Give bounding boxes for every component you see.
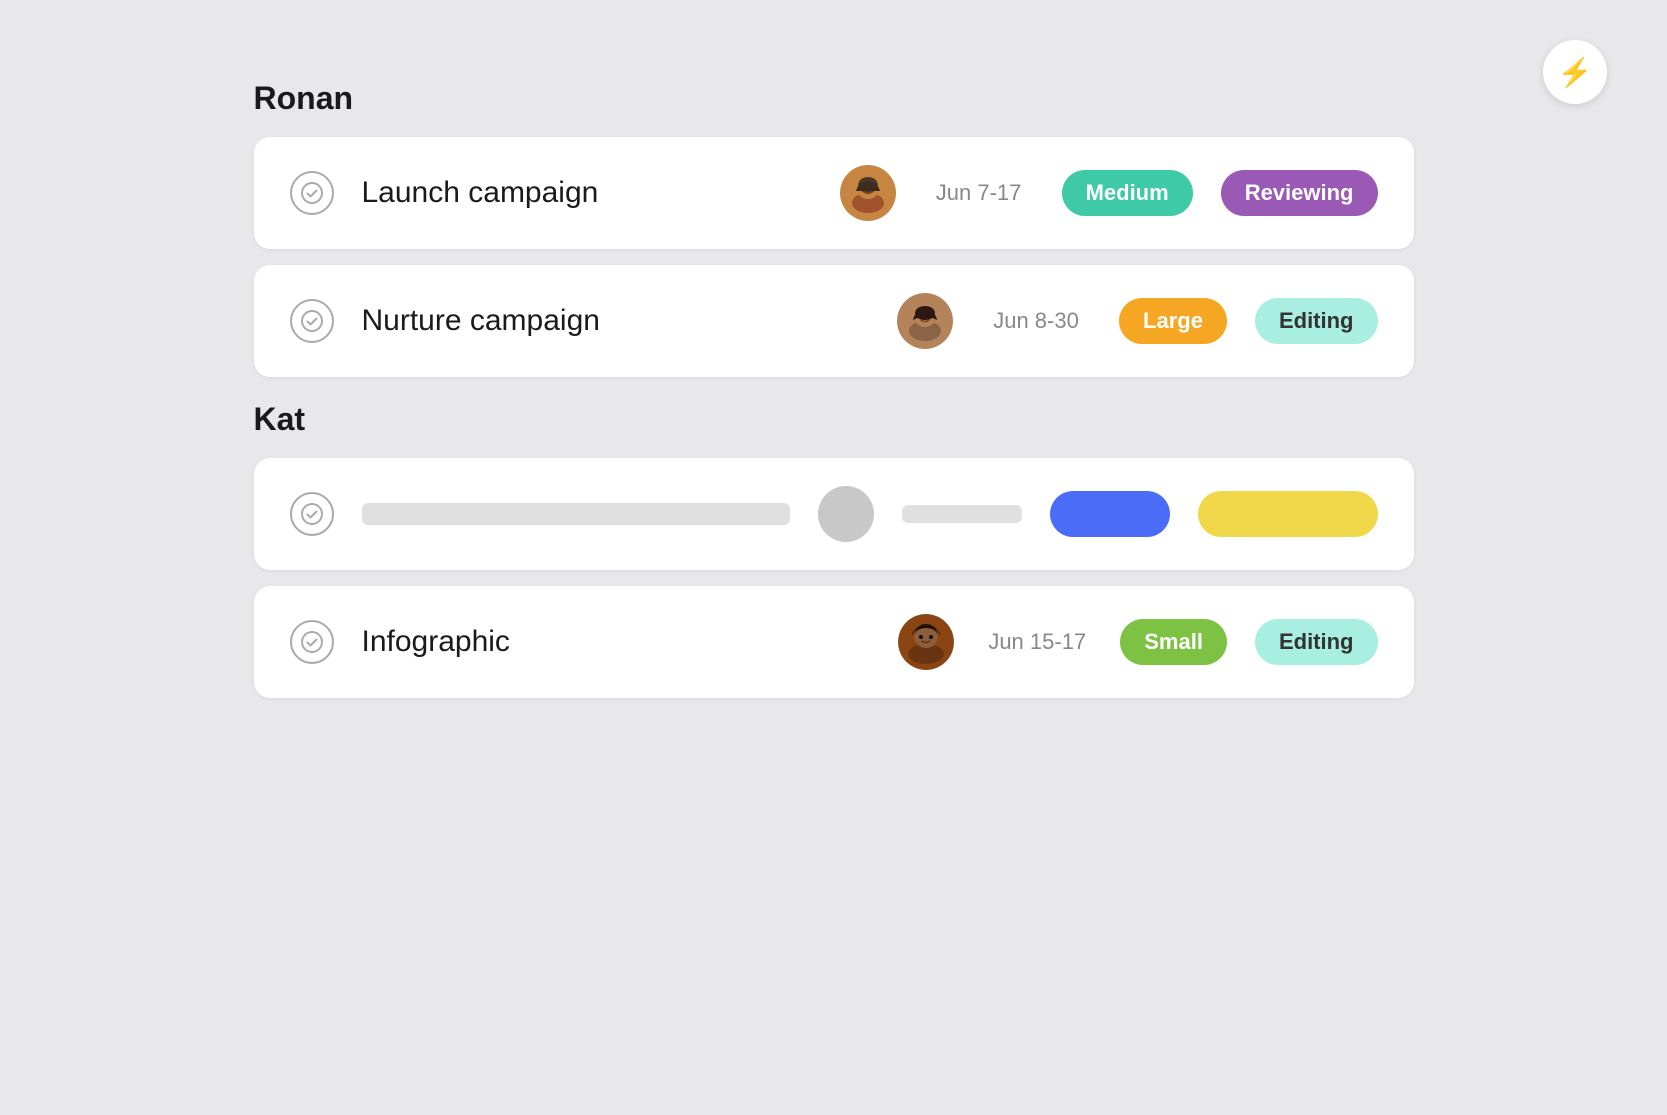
check-icon[interactable]	[290, 299, 334, 343]
task-name-launch-campaign: Launch campaign	[362, 176, 812, 210]
task-date-nurture-campaign: Jun 8-30	[981, 308, 1091, 334]
sections-container: Ronan Launch campaign Jun 7-17 Medium Revi…	[254, 80, 1414, 698]
avatar	[898, 614, 954, 670]
badge-loading-blue	[1050, 491, 1170, 537]
badge-size-infographic[interactable]: Small	[1120, 619, 1227, 665]
section-title-kat: Kat	[254, 401, 1414, 438]
avatar	[840, 165, 896, 221]
badge-size-nurture-campaign[interactable]: Large	[1119, 298, 1227, 344]
section-ronan: Ronan Launch campaign Jun 7-17 Medium Revi…	[254, 80, 1414, 377]
task-date-launch-campaign: Jun 7-17	[924, 180, 1034, 206]
check-icon[interactable]	[290, 620, 334, 664]
date-range-loading	[902, 505, 1022, 523]
section-kat: Kat Infographic Jun 15-17 Small Editing	[254, 401, 1414, 698]
badge-loading-yellow	[1198, 491, 1378, 537]
badge-status-launch-campaign[interactable]: Reviewing	[1221, 170, 1378, 216]
task-card-nurture-campaign[interactable]: Nurture campaign Jun 8-30 Large Editing	[254, 265, 1414, 377]
avatar-placeholder	[818, 486, 874, 542]
task-card-kat-loading[interactable]	[254, 458, 1414, 570]
lightning-button[interactable]: ⚡	[1543, 40, 1607, 104]
main-container: ⚡ Ronan Launch campaign Jun 7-17MediumRe…	[134, 0, 1534, 802]
task-name-loading	[362, 503, 790, 525]
badge-status-infographic[interactable]: Editing	[1255, 619, 1378, 665]
task-card-infographic[interactable]: Infographic Jun 15-17 Small Editing	[254, 586, 1414, 698]
avatar	[897, 293, 953, 349]
task-date-infographic: Jun 15-17	[982, 629, 1092, 655]
task-name-infographic: Infographic	[362, 625, 871, 659]
check-icon[interactable]	[290, 171, 334, 215]
lightning-icon: ⚡	[1558, 56, 1593, 89]
badge-status-nurture-campaign[interactable]: Editing	[1255, 298, 1378, 344]
badge-size-launch-campaign[interactable]: Medium	[1062, 170, 1193, 216]
task-name-nurture-campaign: Nurture campaign	[362, 304, 870, 338]
check-icon[interactable]	[290, 492, 334, 536]
section-title-ronan: Ronan	[254, 80, 1414, 117]
task-card-launch-campaign[interactable]: Launch campaign Jun 7-17 Medium Reviewing	[254, 137, 1414, 249]
